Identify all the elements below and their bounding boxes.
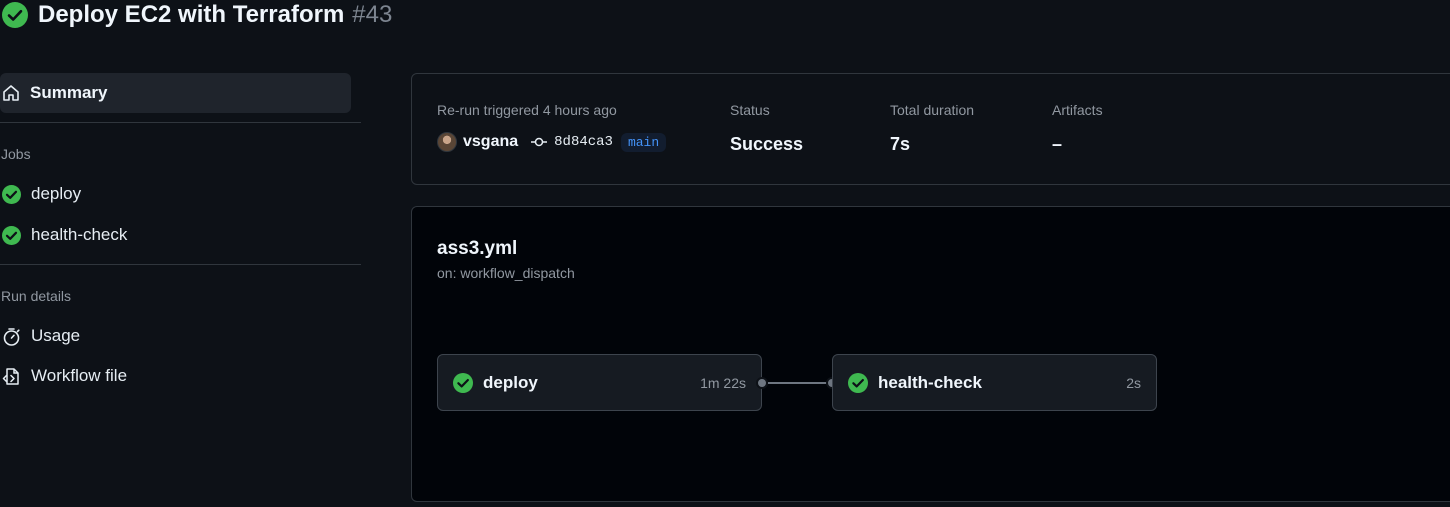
stopwatch-icon bbox=[2, 327, 21, 346]
run-number: #43 bbox=[352, 1, 393, 28]
sidebar-item-label: deploy bbox=[31, 184, 82, 203]
duration-label: Total duration bbox=[890, 102, 975, 118]
status-info: Status Success bbox=[730, 102, 803, 154]
connector-dot bbox=[756, 377, 768, 389]
duration-info: Total duration 7s bbox=[890, 102, 975, 154]
artifacts-label: Artifacts bbox=[1052, 102, 1103, 118]
divider bbox=[0, 122, 361, 123]
job-node-health-check[interactable]: health-check 2s bbox=[832, 354, 1157, 411]
sidebar-item-summary[interactable]: Summary bbox=[0, 73, 351, 113]
job-duration: 2s bbox=[1126, 374, 1141, 391]
workflow-run-page: Deploy EC2 with Terraform #43 Summary Job… bbox=[0, 0, 1450, 507]
run-details-section-label: Run details bbox=[1, 288, 72, 304]
artifacts-info: Artifacts – bbox=[1052, 102, 1103, 154]
status-label: Status bbox=[730, 102, 770, 118]
home-icon bbox=[2, 84, 20, 102]
check-circle-fill-icon bbox=[453, 372, 473, 393]
commit-sha-link[interactable]: 8d84ca3 bbox=[554, 134, 613, 150]
user-link[interactable]: vsgana bbox=[463, 133, 518, 151]
check-circle-fill-icon bbox=[2, 2, 28, 28]
avatar[interactable] bbox=[437, 132, 457, 152]
check-circle-fill-icon bbox=[2, 184, 21, 204]
workflow-file-name: ass3.yml bbox=[437, 238, 518, 259]
sidebar-item-health-check[interactable]: health-check bbox=[0, 218, 351, 252]
divider bbox=[0, 264, 361, 265]
file-code-icon bbox=[2, 367, 21, 386]
job-connector bbox=[768, 382, 832, 384]
sidebar-item-label: Workflow file bbox=[31, 366, 128, 385]
workflow-graph-card: ass3.yml on: workflow_dispatch deploy 1m… bbox=[411, 206, 1450, 502]
workflow-title: Deploy EC2 with Terraform bbox=[38, 1, 345, 28]
git-commit-icon bbox=[530, 136, 548, 148]
sidebar-item-label: health-check bbox=[31, 225, 128, 244]
job-duration: 1m 22s bbox=[700, 374, 746, 391]
run-info-card: Re-run triggered 4 hours ago vsgana 8d84… bbox=[411, 73, 1450, 185]
job-name: health-check bbox=[878, 372, 982, 392]
jobs-section-label: Jobs bbox=[1, 146, 31, 162]
branch-badge[interactable]: main bbox=[620, 132, 667, 152]
sidebar-item-workflow-file[interactable]: Workflow file bbox=[0, 359, 351, 393]
check-circle-fill-icon bbox=[2, 225, 21, 245]
trigger-info: Re-run triggered 4 hours ago vsgana 8d84… bbox=[437, 102, 667, 152]
duration-value: 7s bbox=[890, 134, 911, 154]
job-name: deploy bbox=[483, 372, 538, 392]
sidebar-item-deploy[interactable]: deploy bbox=[0, 177, 351, 211]
job-node-deploy[interactable]: deploy 1m 22s bbox=[437, 354, 762, 411]
sidebar-item-usage[interactable]: Usage bbox=[0, 319, 351, 353]
artifacts-value: – bbox=[1052, 134, 1063, 154]
trigger-label: Re-run triggered 4 hours ago bbox=[437, 102, 617, 118]
sidebar-item-label: Usage bbox=[31, 326, 81, 345]
check-circle-fill-icon bbox=[848, 372, 868, 393]
status-value: Success bbox=[730, 134, 804, 154]
sidebar-item-label: Summary bbox=[30, 83, 108, 102]
workflow-trigger: on: workflow_dispatch bbox=[437, 265, 575, 281]
page-title: Deploy EC2 with Terraform #43 bbox=[2, 0, 392, 30]
trigger-details: vsgana 8d84ca3 main bbox=[437, 132, 667, 152]
